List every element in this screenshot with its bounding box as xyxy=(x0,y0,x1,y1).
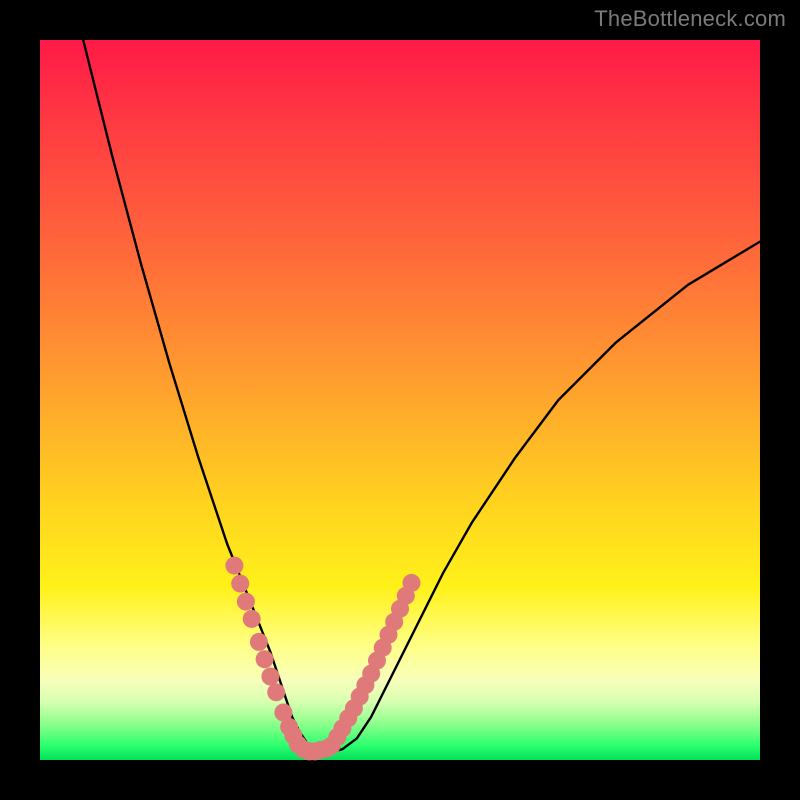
valley-floor-dots-dot xyxy=(318,740,336,758)
left-branch-dots-dot xyxy=(225,557,243,575)
chart-frame: TheBottleneck.com xyxy=(0,0,800,800)
right-branch-dots-dot xyxy=(403,574,421,592)
plot-area xyxy=(40,40,760,760)
watermark-text: TheBottleneck.com xyxy=(594,6,786,32)
left-branch-dots-dot xyxy=(256,650,274,668)
left-branch-dots-dot xyxy=(250,633,268,651)
left-branch-dots-dot xyxy=(261,668,279,686)
curve-layer xyxy=(40,40,760,760)
left-branch-dots-dot xyxy=(267,683,285,701)
left-branch-dots-dot xyxy=(237,593,255,611)
left-branch-dots-dot xyxy=(231,575,249,593)
marker-layer xyxy=(225,557,420,761)
left-branch-dots-dot xyxy=(243,610,261,628)
bottleneck-curve xyxy=(83,40,760,753)
